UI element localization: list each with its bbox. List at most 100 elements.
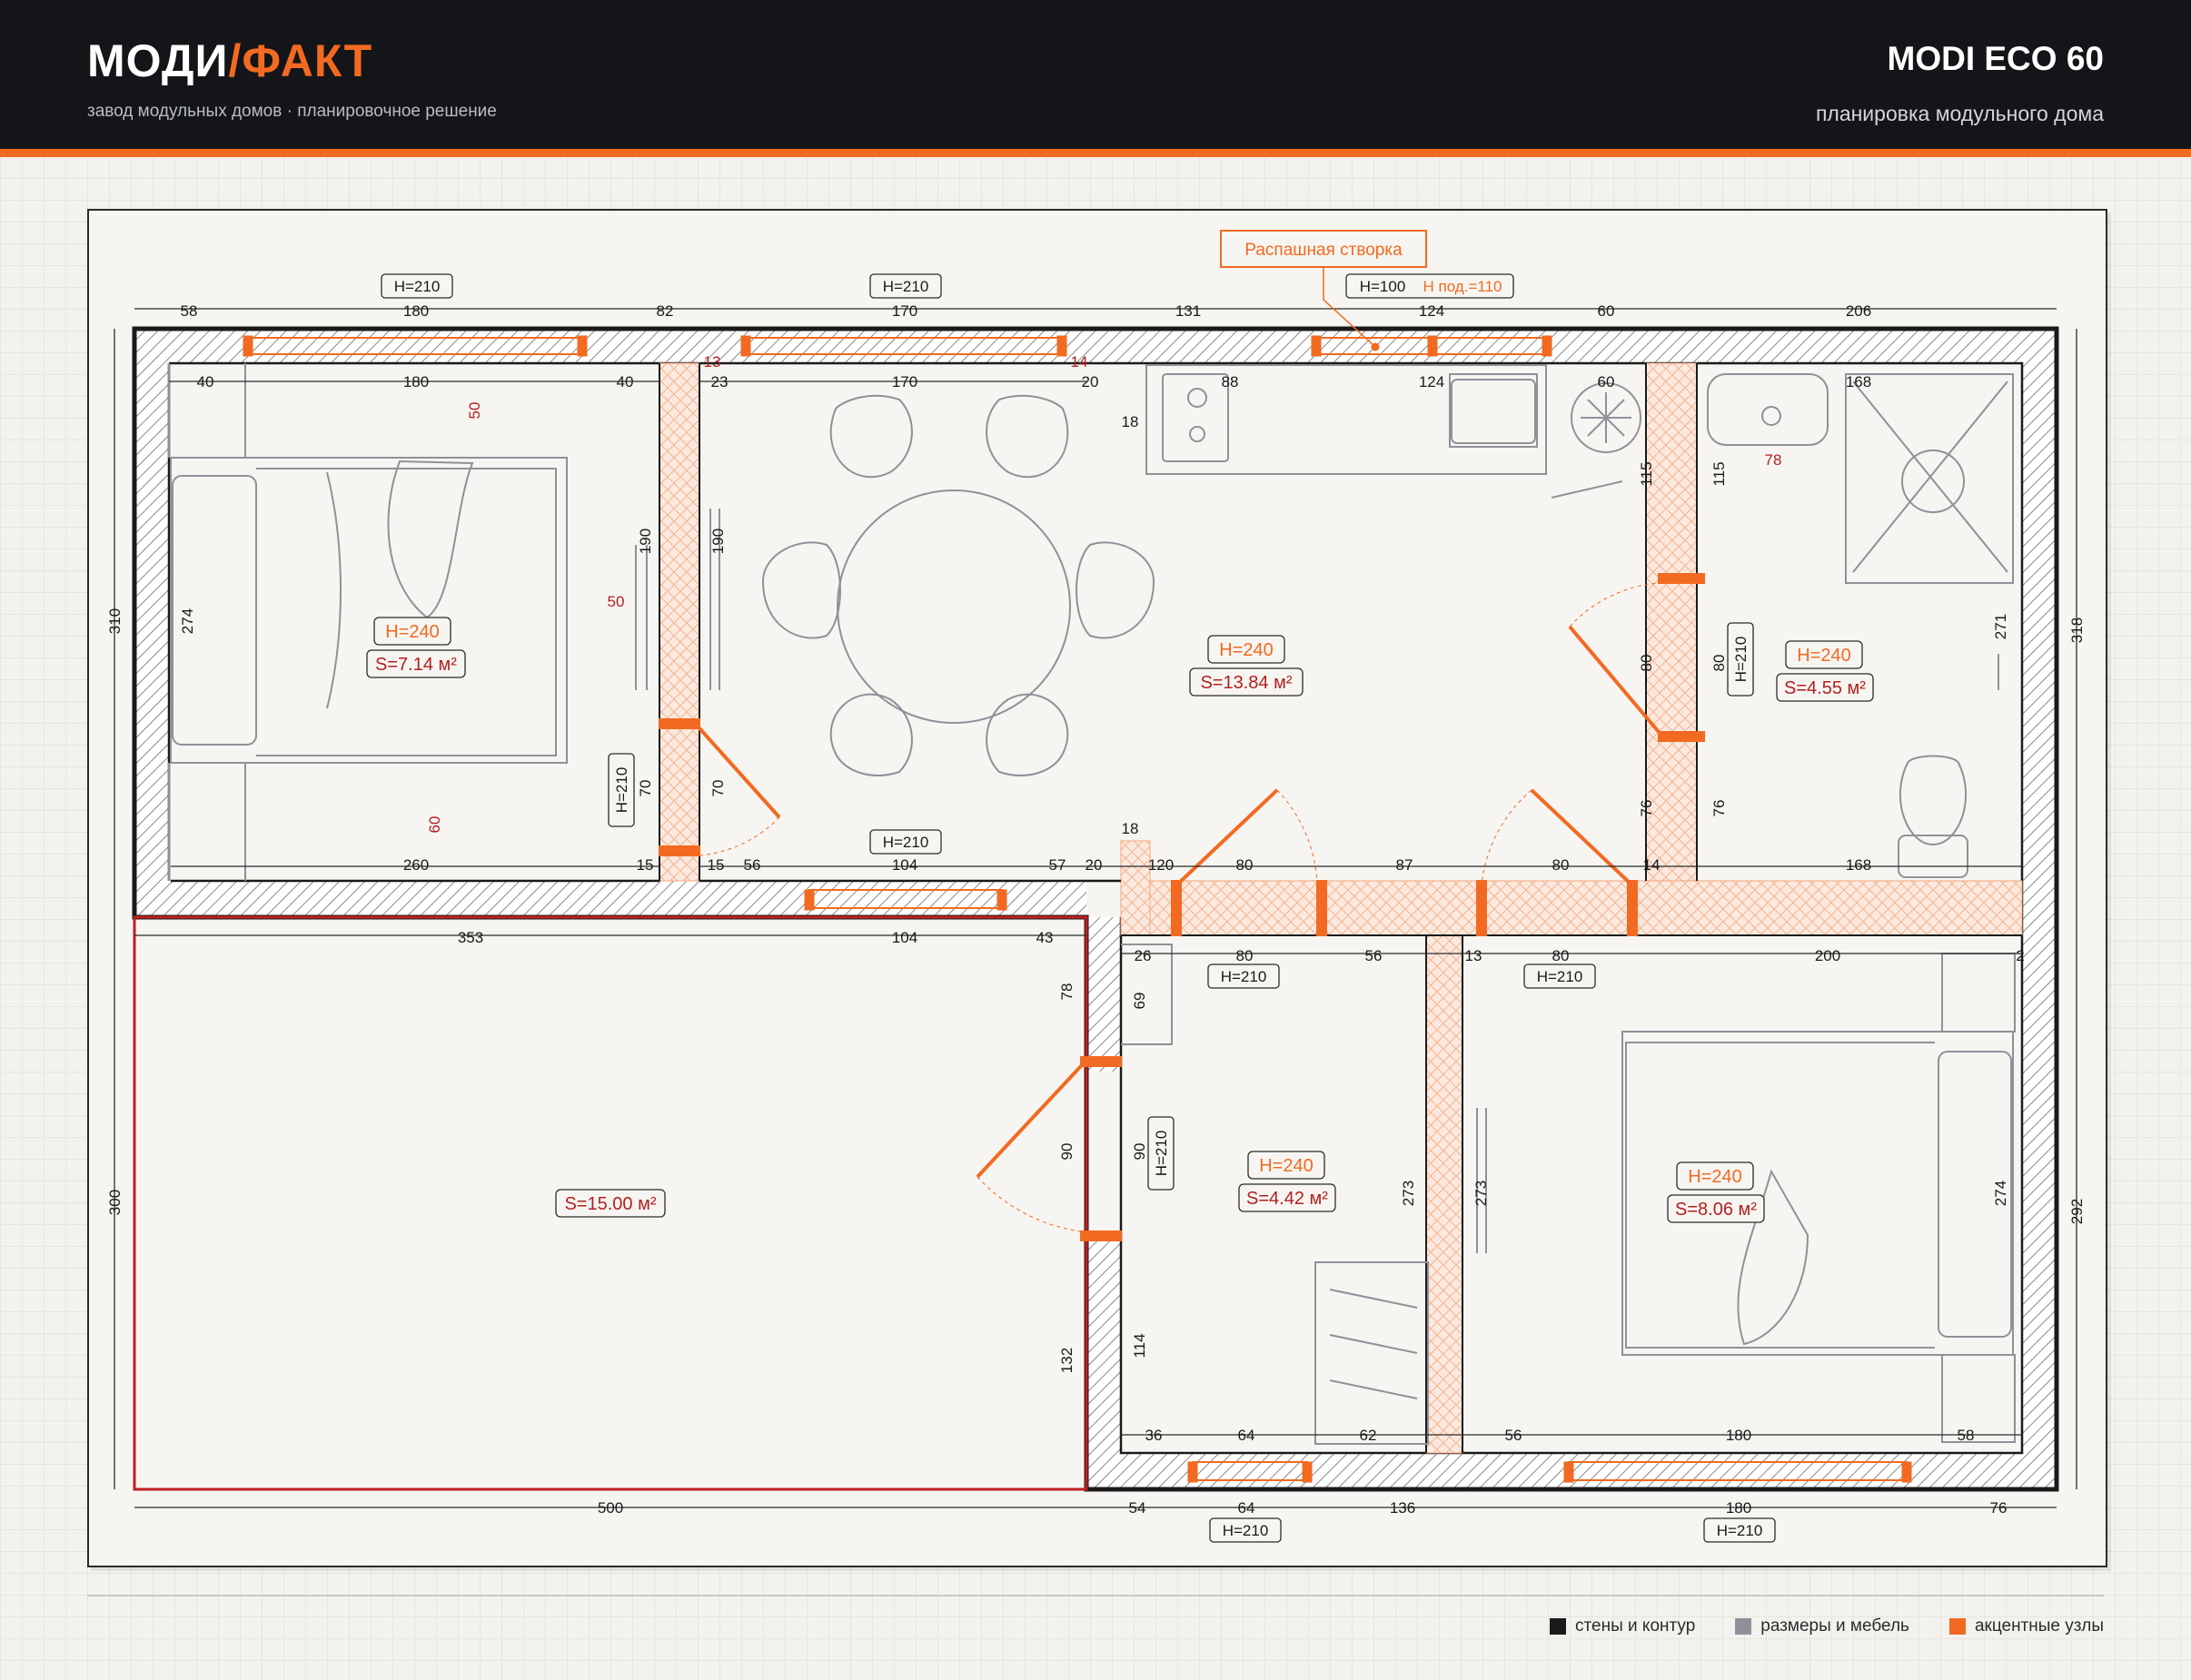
dim-v-14: 80 (1710, 655, 1728, 672)
terrace-area: S=15.00 м² (564, 1194, 656, 1214)
dim-v-17: 78 (1058, 983, 1076, 1001)
dim-mid-upper-2: 15 (637, 856, 654, 874)
bed-1 (170, 457, 568, 764)
room-terrace: S=15.00 м² (555, 1189, 666, 1218)
dim-top-outer-2: 180 (403, 302, 429, 320)
label-win-top3-sill: H под.=110 (1423, 278, 1502, 295)
label-win-top3: H=100 (1360, 278, 1406, 295)
dim-v-19: 69 (1131, 993, 1148, 1010)
dim-v-15: 76 (1638, 800, 1655, 817)
room-bedroom2: H=240 S=8.06 м² (1667, 1161, 1765, 1223)
dim-v-2: 60 (426, 816, 443, 834)
dim-right-1: 318 (2068, 618, 2086, 643)
dim-top-inner-6: 20 (1082, 373, 1099, 390)
dim-top-inner-2: 180 (403, 373, 429, 390)
label-win-top2: H=210 (883, 278, 929, 295)
dim-v-5: 70 (637, 780, 654, 797)
dims-top-outer: 58 180 82 170 131 124 60 206 (181, 302, 1872, 320)
label-win-mid: H=210 (883, 834, 929, 851)
dim-top-outer-3: 82 (657, 302, 674, 320)
dim-v-1: 50 (466, 402, 483, 420)
dim-v-16: 76 (1710, 800, 1728, 817)
dim-v-11: 115 (1638, 461, 1655, 486)
dim-mid-upper-12: 14 (1643, 856, 1661, 874)
dim-mid-upper-10: 87 (1396, 856, 1413, 874)
dim-top-outer-7: 60 (1598, 302, 1615, 320)
label-door-bed2: H=210 (1537, 968, 1583, 985)
dim-top-outer-1: 58 (181, 302, 198, 320)
dim-mid-upper-4: 56 (744, 856, 761, 874)
dim-right-2: 271 (1992, 614, 2009, 639)
dim-bottom-inner-3: 62 (1360, 1427, 1377, 1444)
brand-main: МОДИ (87, 35, 229, 86)
label-door-hall: H=210 (1221, 968, 1267, 985)
model-subtitle: планировка модульного дома (1815, 102, 2104, 125)
dim-mid-lower-9: 200 (1815, 947, 1840, 964)
bath-area: S=4.55 м² (1784, 678, 1866, 698)
dim-mid-lower-4: 26 (1135, 947, 1152, 964)
dim-top-inner-8: 124 (1419, 373, 1444, 390)
dim-v-7: 13 (704, 353, 721, 371)
room-hall: H=240 S=4.42 м² (1238, 1151, 1336, 1212)
dim-left-3: 300 (106, 1190, 124, 1215)
legend-item-dims: размеры и мебель (1735, 1616, 1909, 1636)
dim-top-inner-10: 168 (1846, 373, 1871, 390)
dim-mid-upper-7: 20 (1086, 856, 1103, 874)
dim-right-3: 274 (1992, 1181, 2009, 1206)
dim-v-6: 70 (709, 780, 727, 797)
label-door-bed1: H=210 (613, 767, 630, 814)
dim-mid-lower-3: 43 (1036, 929, 1054, 946)
dim-mid-lower-8: 80 (1552, 947, 1570, 964)
dim-v-9: 18 (1122, 413, 1139, 430)
label-win-bot2: H=210 (1717, 1522, 1763, 1539)
floor-plan: 58 180 82 170 131 124 60 206 40 180 40 2… (106, 230, 2086, 1543)
dim-mid-lower-2: 104 (892, 929, 917, 946)
bedroom1-area: S=7.14 м² (375, 655, 457, 675)
dim-v-23: 132 (1058, 1348, 1076, 1373)
legend-swatch-dims (1735, 1618, 1752, 1635)
dim-top-inner-5: 170 (892, 373, 917, 390)
header-accent-stripe (0, 149, 2191, 157)
dim-top-inner-7: 88 (1222, 373, 1239, 390)
dim-v-22: 114 (1131, 1333, 1148, 1358)
living-height: H=240 (1219, 640, 1274, 660)
dim-left-1: 310 (106, 608, 124, 634)
legend: стены и контур размеры и мебель акцентны… (1550, 1616, 2104, 1636)
room-bedroom1: H=240 S=7.14 м² (366, 617, 466, 678)
dim-v-3: 190 (637, 529, 654, 554)
bath-height: H=240 (1797, 646, 1851, 666)
model-title: MODI ECO 60 (1887, 40, 2105, 77)
header-bar: МОДИ/ФАКТ завод модульных домов · планир… (0, 0, 2191, 149)
dim-mid-lower-7: 13 (1465, 947, 1482, 964)
dim-top-outer-6: 124 (1419, 302, 1444, 320)
dim-mid-upper-8: 120 (1148, 856, 1174, 874)
dim-mid-upper-13: 168 (1846, 856, 1871, 874)
dim-mid-upper-3: 15 (708, 856, 725, 874)
dim-v-4: 190 (709, 529, 727, 554)
dim-v-26: 50 (608, 593, 625, 610)
dim-top-inner-1: 40 (197, 373, 214, 390)
dim-top-outer-5: 131 (1175, 302, 1201, 320)
legend-label-accents: акцентные узлы (1974, 1616, 2104, 1636)
living-area: S=13.84 м² (1200, 673, 1292, 693)
bedroom1-height: H=240 (385, 622, 440, 642)
dim-mid-lower-10: 2 (2016, 947, 2024, 964)
dim-mid-upper-9: 80 (1236, 856, 1254, 874)
brand-subtitle: завод модульных домов · планировочное ре… (87, 102, 497, 121)
dim-mid-upper-6: 57 (1049, 856, 1066, 874)
legend-label-dims: размеры и мебель (1760, 1616, 1909, 1636)
dim-v-10: 18 (1122, 820, 1139, 837)
dim-top-outer-8: 206 (1846, 302, 1871, 320)
label-door-bath: H=210 (1732, 637, 1750, 683)
dim-bottom-outer-3: 64 (1238, 1499, 1255, 1517)
dim-bottom-outer-2: 54 (1129, 1499, 1146, 1517)
footer-divider (87, 1595, 2104, 1596)
hall-area: S=4.42 м² (1246, 1189, 1328, 1209)
dim-v-18: 78 (1765, 451, 1782, 469)
dim-right-4: 292 (2068, 1199, 2086, 1224)
dim-mid-lower-6: 56 (1365, 947, 1383, 964)
dim-v-25: 273 (1472, 1181, 1490, 1206)
brand-accent: /ФАКТ (228, 35, 373, 86)
dim-v-20: 90 (1058, 1143, 1076, 1161)
label-win-top1: H=210 (394, 278, 441, 295)
